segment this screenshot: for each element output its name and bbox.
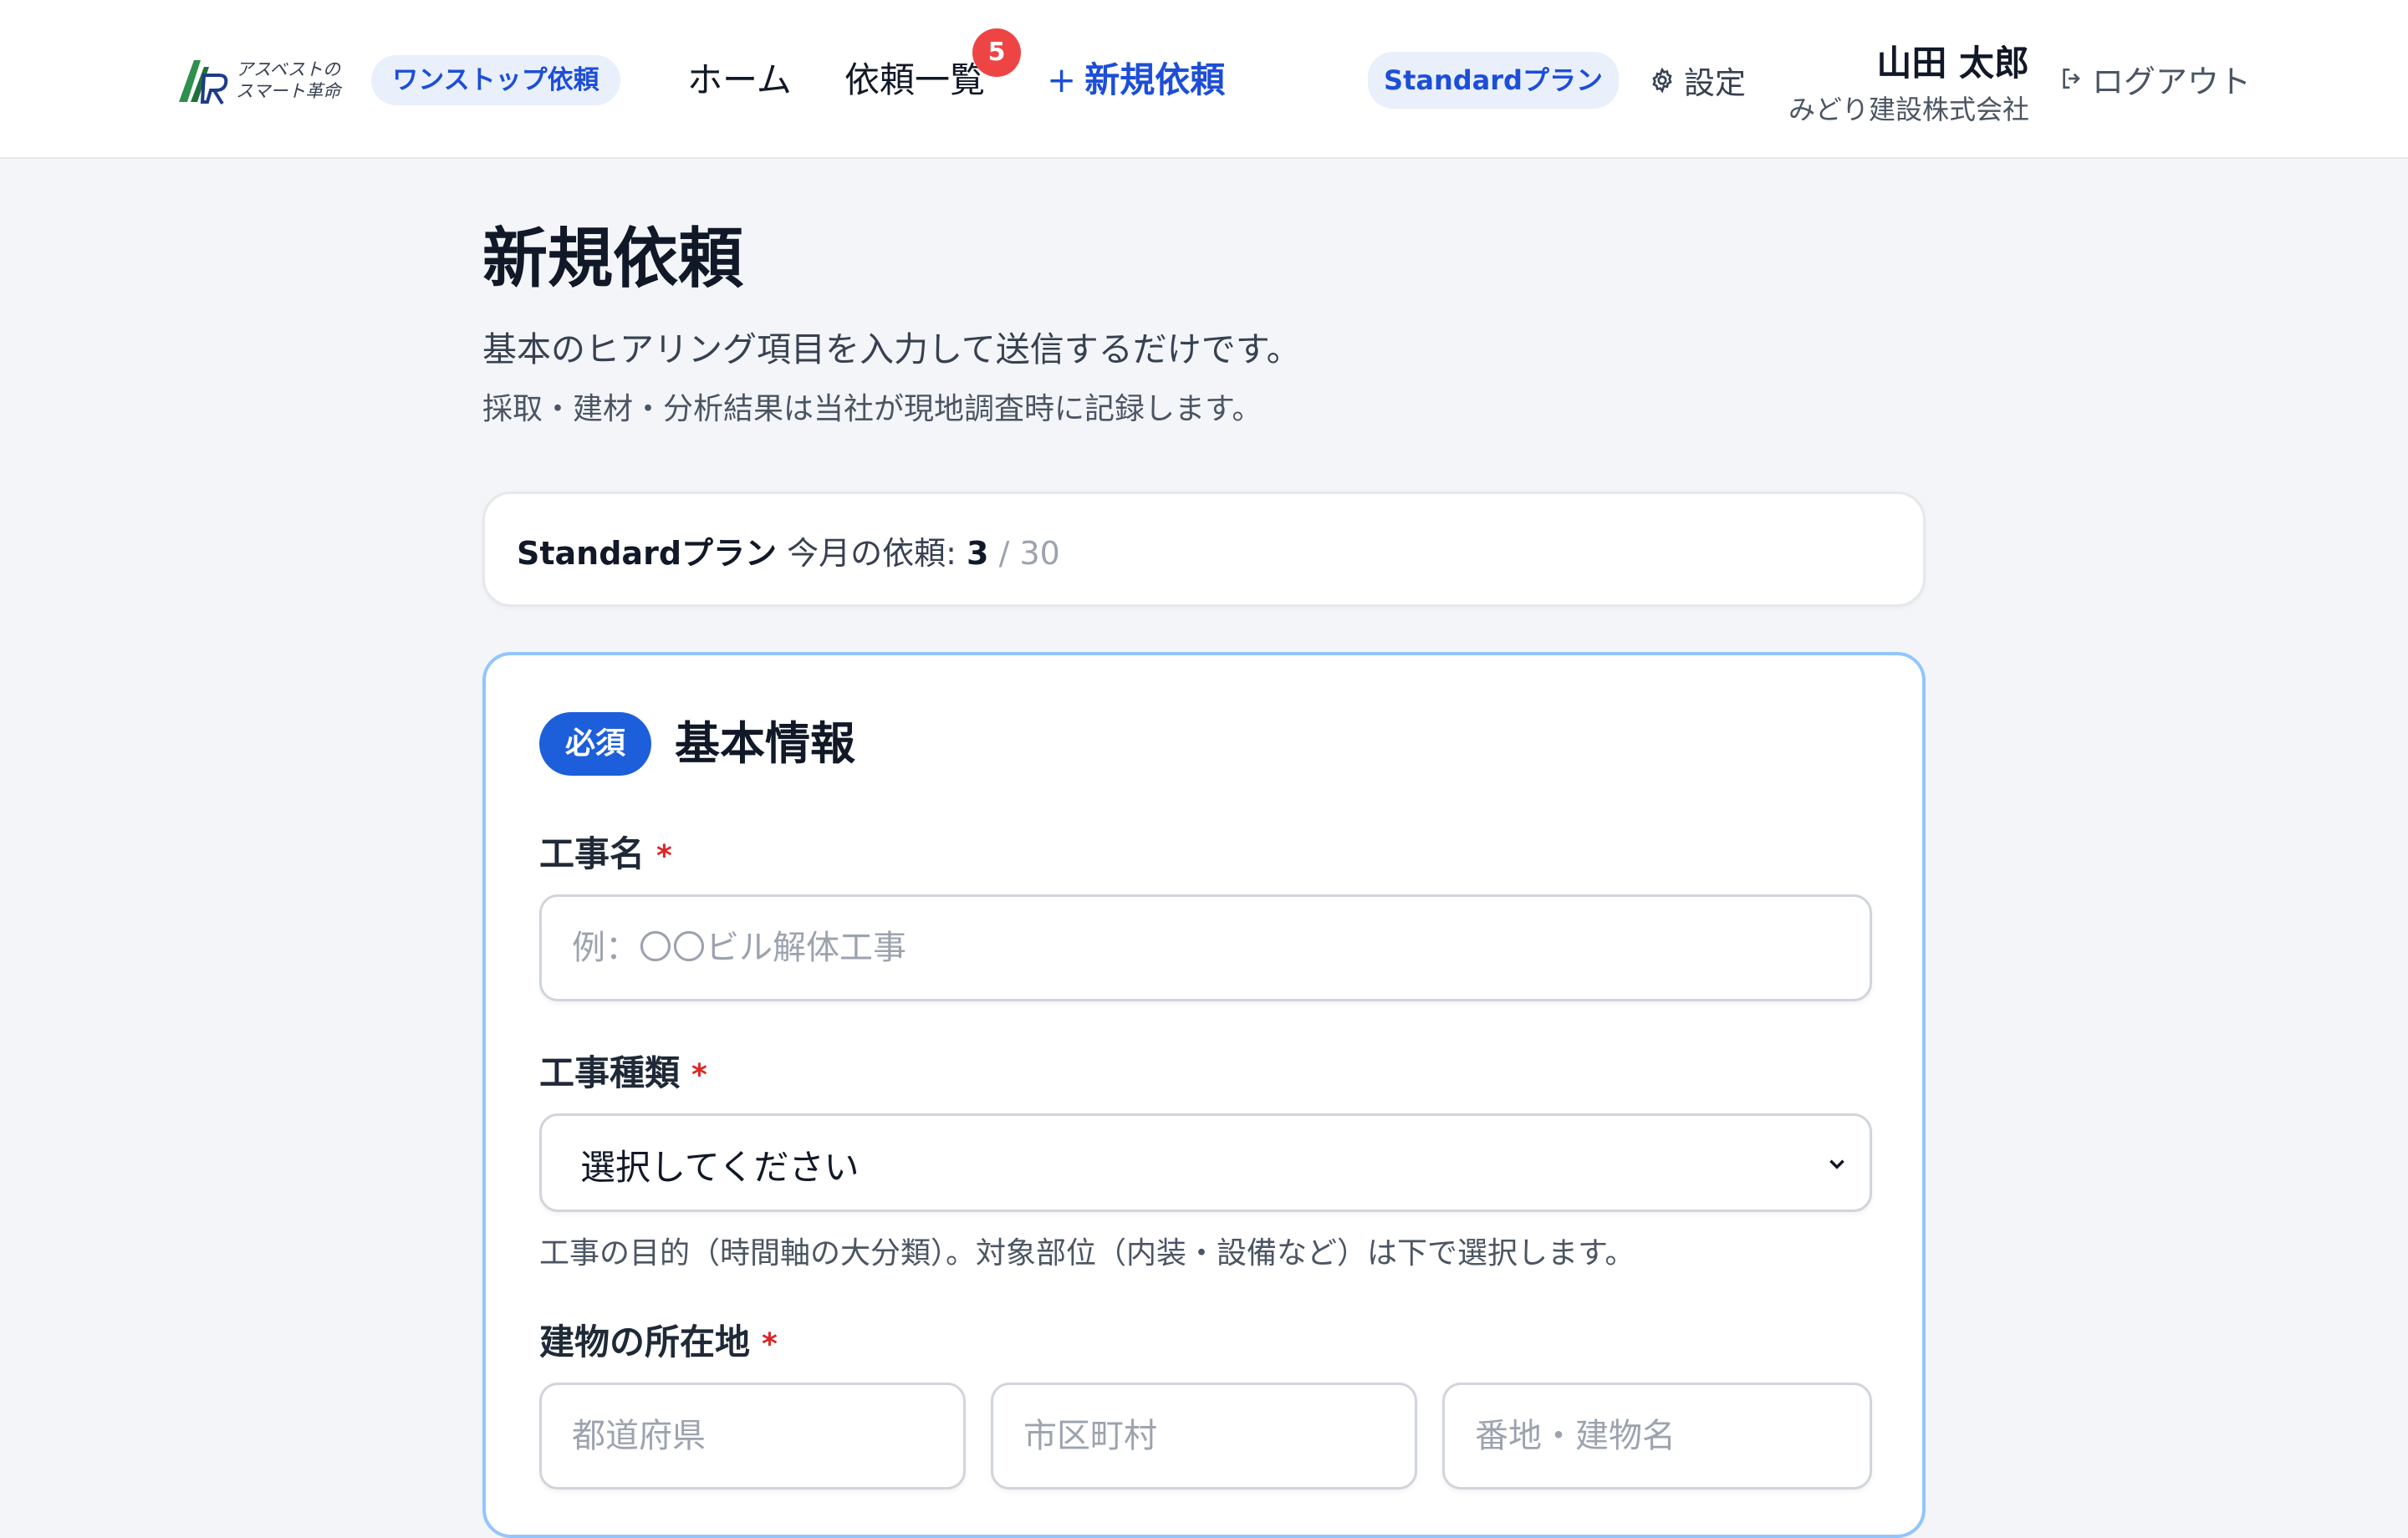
chevron-down-icon bbox=[1829, 1159, 1844, 1169]
quota-plan-name: Standardプラン bbox=[517, 535, 778, 572]
page-lead-text: 基本のヒアリング項目を入力して送信するだけです。 bbox=[482, 329, 1301, 369]
work-type-label: 工事種類 * bbox=[539, 1045, 707, 1096]
plan-badge: Standardプラン bbox=[1368, 52, 1619, 109]
logo-mark-icon bbox=[179, 60, 228, 105]
project-name-input[interactable] bbox=[539, 894, 1872, 1001]
quota-label: 今月の依頼: bbox=[787, 535, 957, 572]
gear-icon bbox=[1652, 67, 1672, 94]
logout-label: ログアウト bbox=[2092, 63, 2252, 100]
nav-new-request-label: 新規依頼 bbox=[1084, 59, 1226, 100]
work-type-help-text: 工事の目的（時間軸の大分類）。対象部位（内装・設備など）は下で選択します。 bbox=[539, 1236, 1635, 1271]
required-asterisk: * bbox=[656, 839, 672, 873]
work-type-label-text: 工事種類 bbox=[539, 1052, 681, 1093]
nav-home-link[interactable]: ホーム bbox=[687, 53, 792, 107]
quota-separator: / bbox=[998, 535, 1010, 572]
city-input[interactable] bbox=[991, 1383, 1417, 1490]
quota-used-count: 3 bbox=[967, 535, 989, 572]
user-company: みどり建設株式会社 bbox=[1788, 94, 2029, 125]
settings-label: 設定 bbox=[1684, 65, 1746, 101]
page-title: 新規依頼 bbox=[482, 222, 744, 297]
settings-link[interactable]: 設定 bbox=[1649, 59, 1746, 102]
user-name: 山田 太郎 bbox=[1876, 43, 2029, 84]
required-section-badge: 必須 bbox=[539, 712, 651, 776]
plus-icon: + bbox=[1047, 59, 1077, 100]
nav-new-request-link[interactable]: + 新規依頼 bbox=[1047, 53, 1225, 107]
logout-button[interactable]: ログアウト bbox=[2059, 55, 2251, 102]
monthly-quota-card: Standardプラン 今月の依頼: 3 / 30 bbox=[482, 491, 1926, 607]
basic-info-form-card: 必須 基本情報 工事名 * 工事種類 * 選択してください 工事の目的（時間軸の大分… bbox=[482, 652, 1926, 1538]
required-asterisk: * bbox=[762, 1327, 778, 1362]
logout-icon bbox=[2063, 69, 2080, 89]
work-type-selected-value: 選択してください bbox=[580, 1147, 860, 1188]
section-title: 基本情報 bbox=[675, 717, 855, 770]
quota-total-count: 30 bbox=[1019, 535, 1060, 572]
nav-requests-link[interactable]: 依頼一覧 bbox=[844, 53, 985, 107]
requests-count-badge: 5 bbox=[972, 28, 1021, 77]
top-navigation-bar: アスベストの スマート革命 ワンストップ依頼 ホーム 依頼一覧 5 + 新規依頼 … bbox=[0, 0, 2408, 159]
required-asterisk: * bbox=[691, 1058, 707, 1092]
onestop-request-badge[interactable]: ワンストップ依頼 bbox=[371, 55, 620, 105]
address-label: 建物の所在地 * bbox=[539, 1314, 778, 1365]
company-logo[interactable]: アスベストの スマート革命 bbox=[176, 55, 343, 107]
page-sub-text: 採取・建材・分析結果は当社が現地調査時に記録します。 bbox=[482, 392, 1263, 426]
logo-text-line2: スマート革命 bbox=[236, 81, 341, 101]
address-label-text: 建物の所在地 bbox=[539, 1322, 751, 1362]
street-building-input[interactable] bbox=[1442, 1383, 1872, 1490]
work-type-select[interactable]: 選択してください bbox=[539, 1113, 1872, 1212]
logo-text-line1: アスベストの bbox=[236, 59, 340, 79]
prefecture-input[interactable] bbox=[539, 1383, 966, 1490]
project-name-label-text: 工事名 bbox=[539, 833, 645, 874]
project-name-label: 工事名 * bbox=[539, 826, 672, 877]
